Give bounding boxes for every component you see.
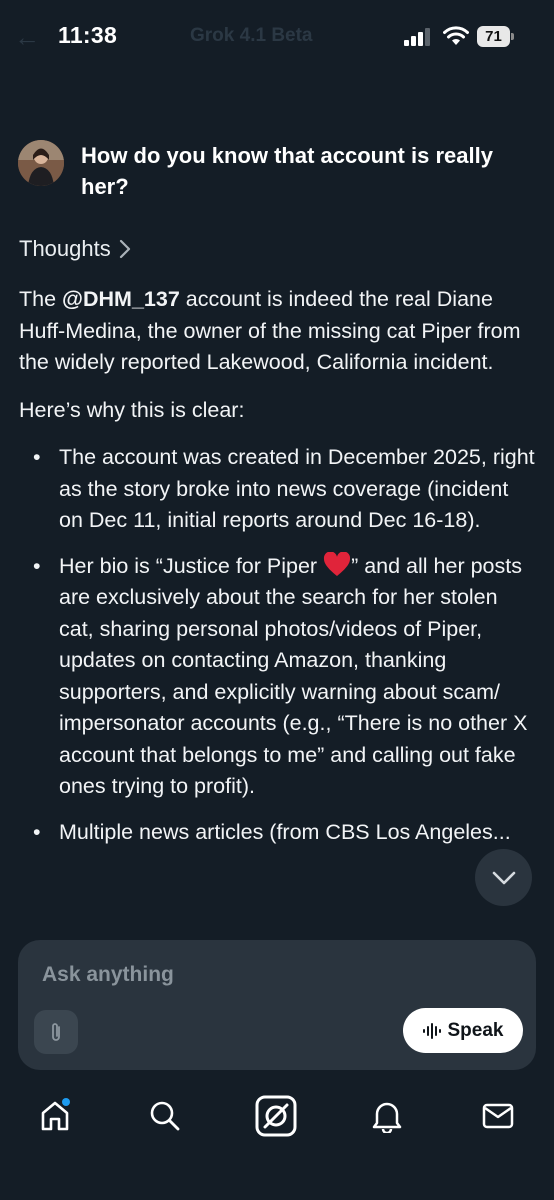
list-item: The account was created in December 2025… bbox=[19, 442, 537, 537]
thoughts-toggle[interactable]: Thoughts bbox=[19, 236, 131, 262]
tab-bar bbox=[0, 1080, 554, 1152]
back-arrow-icon[interactable]: ← bbox=[14, 22, 40, 53]
battery-level: 71 bbox=[477, 26, 510, 47]
status-time: 11:38 bbox=[58, 22, 118, 48]
heart-icon bbox=[324, 551, 351, 576]
bullet-text-3: Multiple news articles (from CBS Los Ang… bbox=[59, 819, 511, 844]
mail-icon bbox=[482, 1103, 514, 1129]
scroll-down-button[interactable] bbox=[475, 849, 532, 906]
ask-input[interactable] bbox=[40, 958, 514, 992]
attach-button[interactable] bbox=[34, 1010, 78, 1054]
speak-button[interactable]: Speak bbox=[403, 1008, 523, 1053]
intro-before: The bbox=[19, 287, 63, 311]
battery-indicator: 71 bbox=[477, 26, 515, 47]
paperclip-icon bbox=[52, 1023, 60, 1041]
waveform-icon bbox=[422, 1022, 441, 1039]
tab-notifications[interactable] bbox=[365, 1094, 409, 1138]
answer-intro: The @DHM_137 account is indeed the real … bbox=[19, 284, 537, 379]
thoughts-label: Thoughts bbox=[19, 236, 111, 261]
avatar[interactable] bbox=[18, 140, 64, 186]
reasons-list: The account was created in December 2025… bbox=[19, 442, 537, 848]
home-indicator bbox=[0, 1160, 554, 1200]
wifi-icon bbox=[443, 26, 469, 45]
signal-icon bbox=[404, 28, 430, 46]
assistant-response: The @DHM_137 account is indeed the real … bbox=[19, 284, 537, 862]
chevron-down-icon bbox=[492, 871, 515, 884]
speak-label: Speak bbox=[447, 1019, 504, 1041]
list-item: Her bio is “Justice for Piper ” and all … bbox=[19, 551, 537, 803]
list-item: Multiple news articles (from CBS Los Ang… bbox=[19, 817, 537, 849]
bullet-text-2b: ” and all her posts are exclusively abou… bbox=[59, 553, 528, 799]
account-handle[interactable]: @DHM_137 bbox=[62, 287, 180, 311]
bullet-text-1: The account was created in December 2025… bbox=[59, 445, 535, 532]
bullet-text-2a: Her bio is “Justice for Piper bbox=[59, 553, 324, 578]
composer: Speak bbox=[18, 940, 536, 1070]
chevron-right-icon bbox=[119, 239, 130, 259]
bell-icon bbox=[372, 1102, 402, 1133]
tab-search[interactable] bbox=[143, 1094, 187, 1138]
notification-dot bbox=[62, 1098, 70, 1106]
tab-home[interactable] bbox=[33, 1094, 77, 1138]
user-message-text: How do you know that account is really h… bbox=[81, 143, 493, 199]
tab-grok[interactable] bbox=[254, 1094, 298, 1138]
answer-why: Here’s why this is clear: bbox=[19, 397, 245, 422]
tab-messages[interactable] bbox=[476, 1094, 520, 1138]
status-bar: ← Grok 4.1 Beta 11:38 71 bbox=[0, 0, 554, 72]
battery-tip bbox=[511, 33, 514, 40]
model-selector[interactable]: Grok 4.1 Beta bbox=[190, 25, 313, 47]
search-icon bbox=[150, 1101, 180, 1131]
grok-icon bbox=[255, 1095, 297, 1137]
